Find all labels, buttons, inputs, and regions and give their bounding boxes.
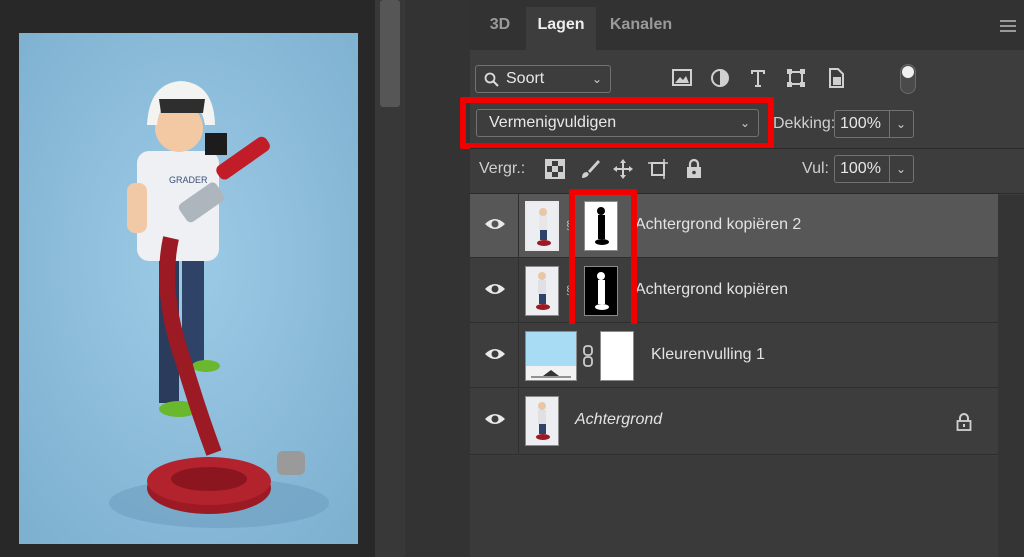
- layer-row[interactable]: § Achtergrond kopiëren 2: [470, 194, 998, 258]
- adjustment-filter-icon[interactable]: [708, 66, 732, 90]
- document-photo: GRADER: [19, 33, 358, 544]
- layer-row[interactable]: § Achtergrond kopiëren: [470, 259, 998, 323]
- svg-text:GRADER: GRADER: [169, 175, 208, 185]
- visibility-eye-icon[interactable]: [484, 281, 506, 297]
- chevron-down-icon: ⌄: [895, 162, 906, 176]
- type-filter-icon[interactable]: [746, 66, 770, 90]
- search-icon: [484, 72, 499, 87]
- fill-value: 100%: [840, 160, 881, 177]
- visibility-eye-icon[interactable]: [484, 216, 506, 232]
- layer-name[interactable]: Kleurenvulling 1: [651, 346, 765, 364]
- lock-transparent-pixels-icon[interactable]: [543, 157, 567, 181]
- layers-empty-area: [470, 456, 998, 557]
- layer-name[interactable]: Achtergrond kopiëren: [635, 281, 788, 299]
- tab-kanalen[interactable]: Kanalen: [598, 7, 684, 50]
- image-filter-icon[interactable]: [670, 66, 694, 90]
- layer-filter-dropdown[interactable]: Soort ⌄: [475, 65, 611, 93]
- filter-toggle-switch[interactable]: [900, 64, 916, 94]
- chevron-down-icon: ⌄: [591, 72, 602, 86]
- layer-thumbnail[interactable]: [525, 266, 559, 316]
- opacity-value: 100%: [840, 115, 881, 132]
- smart-object-filter-icon[interactable]: [824, 66, 848, 90]
- lock-artboard-icon[interactable]: [646, 157, 670, 181]
- red-highlight-blend-mode: [460, 97, 774, 149]
- layers-panel: 3D Lagen Kanalen Soort ⌄ Vermenigvuldige…: [460, 0, 1024, 557]
- scrollbar-thumb[interactable]: [380, 0, 400, 107]
- layer-lock-icon: [956, 413, 972, 431]
- layer-row[interactable]: Kleurenvulling 1: [470, 324, 998, 388]
- layer-name[interactable]: Achtergrond kopiëren 2: [635, 216, 801, 234]
- fill-layer-thumbnail[interactable]: [525, 331, 577, 381]
- chevron-down-icon: ⌄: [895, 117, 906, 131]
- canvas-vertical-scrollbar[interactable]: [375, 0, 405, 557]
- panel-gutter: [405, 0, 470, 557]
- visibility-eye-icon[interactable]: [484, 411, 506, 427]
- layer-mask-thumbnail[interactable]: [600, 331, 634, 381]
- filter-label: Soort: [506, 70, 545, 87]
- panel-menu-icon[interactable]: [1000, 20, 1016, 32]
- red-highlight-masks: [569, 189, 637, 331]
- panel-tab-bar: 3D Lagen Kanalen: [470, 0, 1024, 50]
- layer-thumbnail[interactable]: [525, 396, 559, 446]
- layers-scrollbar[interactable]: [998, 195, 1024, 557]
- tab-3d[interactable]: 3D: [476, 7, 524, 50]
- lock-image-pixels-icon[interactable]: [578, 157, 602, 181]
- shape-filter-icon[interactable]: [784, 66, 808, 90]
- fill-field[interactable]: 100% ⌄: [834, 155, 914, 183]
- lock-label: Vergr.:: [479, 160, 526, 177]
- lock-position-icon[interactable]: [611, 157, 635, 181]
- separator: [470, 148, 1024, 149]
- layer-name[interactable]: Achtergrond: [575, 411, 662, 429]
- document-canvas[interactable]: GRADER: [0, 0, 375, 557]
- visibility-eye-icon[interactable]: [484, 346, 506, 362]
- opacity-field[interactable]: 100% ⌄: [834, 110, 914, 138]
- lock-all-icon[interactable]: [682, 157, 706, 181]
- link-chain-icon[interactable]: [582, 345, 594, 367]
- tab-lagen[interactable]: Lagen: [526, 7, 596, 50]
- layer-thumbnail[interactable]: [525, 201, 559, 251]
- opacity-label: Dekking:: [773, 115, 836, 132]
- fill-label: Vul:: [802, 160, 829, 177]
- layer-row[interactable]: Achtergrond: [470, 389, 998, 455]
